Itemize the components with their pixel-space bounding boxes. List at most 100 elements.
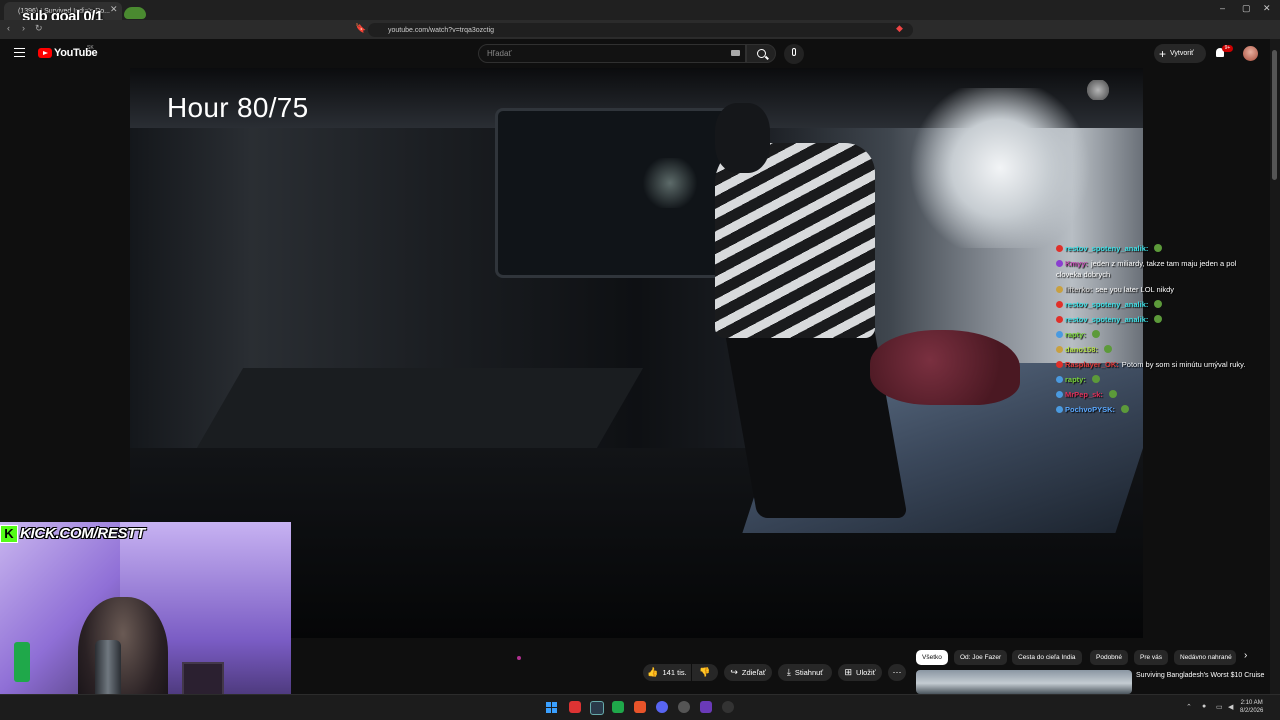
save-button[interactable]: ⊞ Uložiť xyxy=(838,664,882,681)
chip-podobne[interactable]: Podobné xyxy=(1090,650,1129,665)
back-icon[interactable]: ‹ xyxy=(7,23,10,33)
chat-message: rapty: xyxy=(1056,374,1246,385)
recommendation-title[interactable]: Surviving Bangladesh's Worst $10 Cruise xyxy=(1136,671,1266,681)
app-icon[interactable] xyxy=(700,701,712,713)
chat-badge-icon xyxy=(1056,406,1063,413)
terminal-icon[interactable] xyxy=(590,701,604,715)
chat-badge-icon xyxy=(1056,316,1063,323)
bookmark-icon[interactable]: 🔖 xyxy=(355,23,366,34)
url-field[interactable]: youtube.com/watch?v=trqa3ozctig xyxy=(368,23,913,37)
chip-pre-vas[interactable]: Pre vás xyxy=(1134,650,1169,665)
chat-emote-icon xyxy=(1091,375,1100,383)
clock-date: 8/2/2026 xyxy=(1240,708,1264,714)
scrollbar-thumb[interactable] xyxy=(1272,50,1277,180)
chevron-right-icon[interactable]: › xyxy=(1244,650,1247,661)
chat-emote-icon xyxy=(1103,345,1112,353)
chat-username: rapty: xyxy=(1065,330,1086,339)
download-button[interactable]: ⤓ Stiahnuť xyxy=(778,664,832,681)
video-scene-window-glow xyxy=(640,158,700,208)
recommendation-thumbnail[interactable] xyxy=(916,670,1132,694)
chat-message: dano158: xyxy=(1056,344,1246,355)
kick-banner: K KICK.COM/RESTT xyxy=(0,524,145,543)
brave-browser-icon[interactable] xyxy=(634,701,646,713)
save-label: Uložiť xyxy=(856,668,876,677)
share-label: Zdieľať xyxy=(741,668,766,677)
minimize-icon[interactable]: – xyxy=(1220,3,1225,13)
share-icon: ↪ xyxy=(730,667,738,677)
more-actions-button[interactable]: ⋯ xyxy=(888,664,906,681)
video-scene-person-head xyxy=(715,103,770,173)
window-close-icon[interactable]: ✕ xyxy=(1263,3,1271,14)
chat-message: restov_spoteny_analik: xyxy=(1056,299,1246,310)
webcam-overlay xyxy=(0,522,291,720)
chat-message: PochvoPYSK: xyxy=(1056,404,1246,415)
menu-icon[interactable] xyxy=(14,48,25,57)
chip-od-joe-fazer[interactable]: Od: Joe Fazer xyxy=(954,650,1008,665)
youtube-logo-icon[interactable] xyxy=(38,48,52,58)
share-button[interactable]: ↪ Zdieľať xyxy=(724,664,772,681)
keyboard-icon[interactable] xyxy=(731,50,740,56)
chat-emote-icon xyxy=(1091,330,1100,338)
dislike-button[interactable]: 👎 xyxy=(692,664,718,681)
download-label: Stiahnuť xyxy=(794,668,824,677)
chat-username: restov_spoteny_analik: xyxy=(1065,300,1149,309)
tab-close-icon[interactable]: ✕ xyxy=(110,4,118,15)
chat-emote-icon xyxy=(1121,405,1130,413)
mic-tray-icon[interactable]: ● xyxy=(1202,703,1206,710)
video-scene-bag xyxy=(870,330,1020,405)
create-label: Vytvoriť xyxy=(1170,50,1194,57)
account-avatar[interactable] xyxy=(1243,46,1258,61)
like-count: 141 tis. xyxy=(662,668,687,677)
discord-icon[interactable] xyxy=(656,701,668,713)
maximize-icon[interactable]: ▢ xyxy=(1242,3,1251,14)
chat-message: Rasplayer_OK: Potom by som si minútu umýv… xyxy=(1056,359,1246,370)
create-button[interactable]: + Vytvoriť xyxy=(1154,44,1206,63)
chat-badge-icon xyxy=(1056,376,1063,383)
chat-badge-icon xyxy=(1056,245,1063,252)
chat-emote-icon xyxy=(1154,244,1163,252)
search-placeholder: Hľadať xyxy=(487,49,512,58)
browser-tab-strip xyxy=(0,0,1280,20)
chat-message: lifterko: see you later LOL nikdy xyxy=(1056,284,1246,295)
thumbs-down-icon: 👎 xyxy=(699,667,711,677)
tray-chevron-icon[interactable]: ⌃ xyxy=(1186,703,1192,711)
chat-username: MrPep_sk: xyxy=(1065,390,1103,399)
chip-nedavno-nahrane[interactable]: Nedávno nahrané xyxy=(1174,650,1236,665)
channel-watermark-icon[interactable] xyxy=(1086,80,1110,100)
chat-emote-icon xyxy=(1154,300,1163,308)
thumbs-up-icon: 👍 xyxy=(647,667,659,677)
search-input[interactable]: Hľadať xyxy=(478,44,746,63)
windows-start-icon[interactable] xyxy=(546,702,557,713)
frog-emote-icon xyxy=(124,7,146,19)
chat-username: restov_spoteny_analik: xyxy=(1065,244,1149,253)
brave-shield-icon[interactable]: ◆ xyxy=(896,23,903,34)
like-button[interactable]: 👍 141 tis. xyxy=(643,664,691,681)
maps-pin-icon[interactable] xyxy=(569,701,581,713)
download-icon: ⤓ xyxy=(786,667,791,677)
plus-icon: + xyxy=(1159,46,1167,61)
chip-vsetko[interactable]: Všetko xyxy=(916,650,948,665)
mic-icon[interactable] xyxy=(792,48,796,56)
reload-icon[interactable]: ↻ xyxy=(35,23,43,34)
taskbar-clock[interactable]: 2:10 AM 8/2/2026 xyxy=(1240,699,1263,715)
search-icon[interactable] xyxy=(757,49,766,58)
url-text: youtube.com/watch?v=trqa3ozctig xyxy=(388,26,495,34)
network-icon[interactable]: ▭ xyxy=(1216,703,1223,711)
chat-badge-icon xyxy=(1056,331,1063,338)
spreadsheet-icon[interactable] xyxy=(612,701,624,713)
chat-badge-icon xyxy=(1056,361,1063,368)
settings-gear-icon[interactable] xyxy=(678,701,690,713)
refresh-app-icon[interactable] xyxy=(722,701,734,713)
chat-username: Rasplayer_OK: xyxy=(1065,360,1119,369)
chat-username: dano158: xyxy=(1065,345,1098,354)
chat-emote-icon xyxy=(1154,315,1163,323)
volume-icon[interactable]: ◀ xyxy=(1228,703,1233,711)
kick-logo-icon: K xyxy=(0,524,18,543)
notification-count-badge: 9+ xyxy=(1222,45,1233,52)
chat-badge-icon xyxy=(1056,260,1063,267)
chat-badge-icon xyxy=(1056,391,1063,398)
chat-username: Kmyy: xyxy=(1065,259,1088,268)
save-icon: ⊞ xyxy=(844,667,853,677)
forward-icon[interactable]: › xyxy=(22,23,25,33)
chip-cesta-do-ciela-india[interactable]: Cesta do cieľa India xyxy=(1012,650,1082,665)
